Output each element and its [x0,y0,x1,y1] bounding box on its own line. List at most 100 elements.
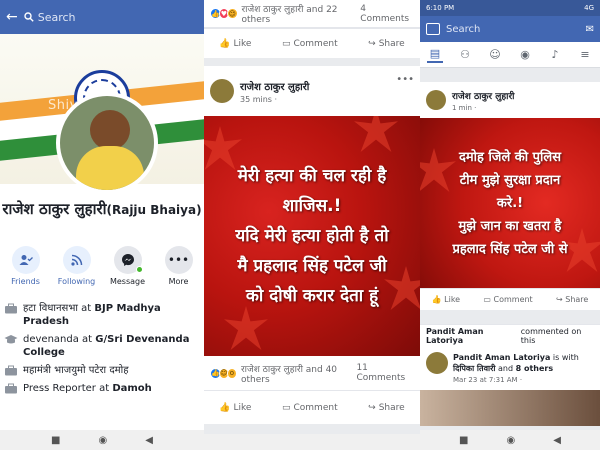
nav-home-icon[interactable]: ◉ [507,435,516,446]
maple-leaf-decoration [224,306,268,350]
status-time: 6:10 PM [426,4,455,12]
following-button[interactable]: Following [54,246,100,286]
post-text-line: मेरी हत्या की चल रही है [237,166,387,186]
post-time[interactable]: 1 min · [452,104,514,112]
message-label: Message [109,277,146,286]
comment-icon: ▭ [281,402,291,413]
thumbs-up-icon: 👍 [219,38,231,49]
messenger-icon [121,254,134,266]
like-button[interactable]: 👍 Like [219,39,251,49]
like-button[interactable]: 👍 Like [219,403,251,413]
comment-count[interactable]: 11 Comments [356,363,414,383]
post-text-line: टीम मुझे सुरक्षा प्रदान [459,172,561,188]
tagged-post-header: Pandit Aman Latoriya is with दिपिका तिवा… [420,346,600,390]
share-button[interactable]: ↪ Share [368,39,405,49]
camera-icon[interactable] [426,23,440,35]
nav-home-icon[interactable]: ◉ [99,435,108,446]
like-label: Like [233,38,252,49]
post-action-bar: 👍 Like ▭ Comment ↪ Share [420,288,600,310]
comment-label: Comment [493,295,533,304]
avatar-body [76,146,144,190]
rss-follow-icon [70,254,82,266]
share-label: Share [378,38,405,49]
more-label: More [168,277,189,286]
nav-recent-icon[interactable]: ■ [459,435,468,446]
with-text: is with [552,353,579,362]
news-feed-icon[interactable]: ▤ [427,47,443,63]
nav-tabs: ▤ ⚇ ☺ ◉ ♪ ≡ [420,42,600,68]
search-input[interactable]: Search [24,6,198,28]
nav-back-icon[interactable]: ◀ [145,435,153,446]
maple-leaf-decoration [420,148,456,192]
top-bar: Search ✉ [420,16,600,42]
message-button[interactable]: Message [105,246,151,286]
author-avatar[interactable] [426,352,448,374]
maple-leaf-decoration [204,126,242,170]
share-button[interactable]: ↪ Share [556,295,588,304]
tagged-friend[interactable]: दिपिका तिवारी [453,364,495,373]
comment-icon: ▭ [281,38,291,49]
post-photo[interactable] [420,390,600,426]
menu-icon[interactable]: ≡ [577,47,593,63]
intro-item: महामंत्री भाजयुमो पटेरा दमोह [4,364,202,377]
post-author[interactable]: राजेश ठाकुर लुहारी [240,79,309,93]
post-author[interactable]: Pandit Aman Latoriya [453,353,550,362]
comment-label: Comment [293,402,338,413]
post-text-line: दमोह जिले की पुलिस [458,149,562,165]
commenter-name[interactable]: Pandit Aman Latoriya [426,327,518,345]
feed-post: राजेश ठाकुर लुहारी 1 min · दमोह जिले की … [420,82,600,310]
post-time[interactable]: Mar 23 at 7:31 AM · [453,376,594,384]
author-avatar[interactable] [210,79,234,103]
search-placeholder[interactable]: Search [446,24,480,35]
share-button[interactable]: ↪ Share [368,403,405,413]
share-icon: ↪ [368,38,376,49]
graduation-cap-icon [4,335,18,344]
commented-text: commented on this [520,326,582,345]
friends-label: Friends [11,277,40,286]
thumbs-up-icon: 👍 [431,295,445,304]
post-header: राजेश ठाकुर लुहारी 35 mins · ••• [204,66,420,116]
post-text-line: यदि मेरी हत्या होती है तो [235,226,389,246]
notifications-bell-icon[interactable]: ♪ [547,47,563,63]
post-image[interactable]: दमोह जिले की पुलिस टीम मुझे सुरक्षा प्रद… [420,118,600,288]
messenger-icon[interactable]: ✉ [586,24,594,35]
nav-back-icon[interactable]: ◀ [553,435,561,446]
like-button[interactable]: 👍 Like [432,295,460,304]
profile-icon[interactable]: ◉ [517,47,533,63]
feed-post: राजेश ठाकुर लुहारी 35 mins · ••• मेरी हत… [204,66,420,424]
back-arrow-icon[interactable]: ← [6,9,18,25]
post-author[interactable]: राजेश ठाकुर लुहारी [452,89,514,102]
android-nav-bar: ■ ◉ ◀ [0,430,204,450]
intro-link[interactable]: Damoh [112,383,151,394]
comment-count[interactable]: 4 Comments [360,4,414,24]
briefcase-icon [5,383,17,394]
friends-button[interactable]: Friends [3,246,49,286]
profile-panel: ← Search Shiv Rajak राजेश ठाकुर लुहारी(R… [0,0,204,450]
comment-button[interactable]: ▭ Comment [483,295,532,304]
intro-prefix: Press Reporter at [23,383,113,394]
tagged-others[interactable]: 8 others [516,364,554,373]
post-options-icon[interactable]: ••• [396,74,414,85]
online-status-dot [135,266,143,273]
wow-reaction-icon: o [226,367,237,379]
comment-button[interactable]: ▭ Comment [282,403,338,413]
top-bar: ← Search [0,0,204,34]
reaction-summary[interactable]: राजेश ठाकुर लुहारी and 40 others [241,362,356,385]
post-image[interactable]: मेरी हत्या की चल रही है शाजिस.! यदि मेरी… [204,116,420,356]
author-avatar[interactable] [426,90,446,110]
groups-icon[interactable]: ⚇ [457,47,473,63]
post-text-line: शाजिस.! [282,196,342,216]
friends-icon[interactable]: ☺ [487,47,503,63]
nav-recent-icon[interactable]: ■ [51,435,60,446]
more-button[interactable]: ••• More [156,246,202,286]
profile-avatar[interactable] [56,92,158,194]
android-nav-bar: ■ ◉ ◀ [420,430,600,450]
profile-name-text: राजेश ठाकुर लुहारी [2,200,107,218]
comment-label: Comment [293,38,338,49]
avatar-head [90,110,130,150]
reaction-summary[interactable]: राजेश ठाकुर लुहारी and 22 others [242,2,361,25]
profile-nickname: (Rajju Bhaiya) [106,203,202,217]
post-time[interactable]: 35 mins · [240,95,309,104]
comment-button[interactable]: ▭ Comment [282,39,338,49]
share-icon: ↪ [368,402,376,413]
